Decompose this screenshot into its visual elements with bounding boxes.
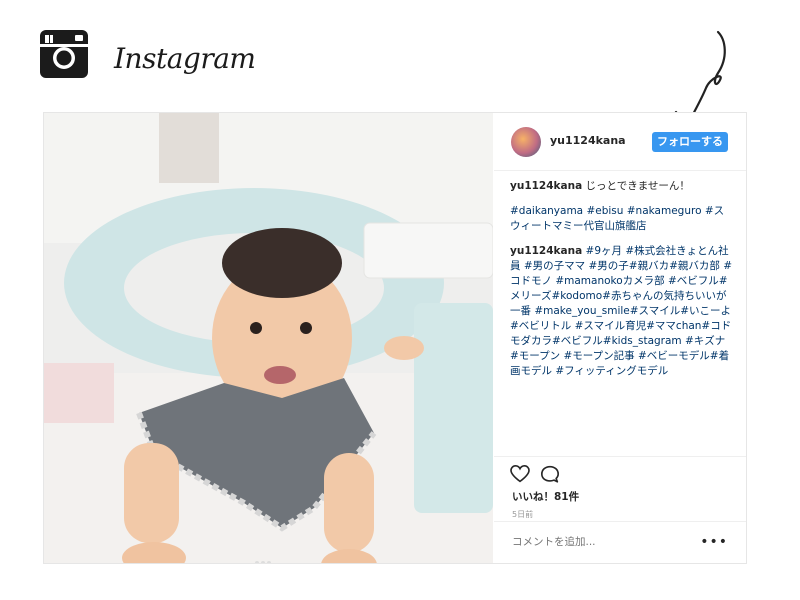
heart-icon[interactable]	[510, 465, 530, 483]
page-header: Instagram	[40, 28, 760, 130]
comment-item: yu1124kana #9ヶ月 #株式会社きょとん社員 #男の子ママ #男の子#…	[510, 244, 732, 379]
post-header: yu1124kana フォローする	[494, 113, 746, 171]
action-icons	[510, 465, 570, 485]
post-date: 5日前	[512, 510, 534, 519]
avatar[interactable]	[511, 127, 541, 157]
comment-icon[interactable]	[540, 465, 560, 483]
caption: yu1124kana じっとできませーん！	[510, 179, 732, 194]
instagram-post-card: yu1124kana フォローする yu1124kana じっとできませーん！ …	[43, 112, 747, 564]
like-count[interactable]: いいね！81件	[512, 489, 579, 504]
caption-text: じっとできませーん！	[582, 180, 690, 192]
caption-area: yu1124kana じっとできませーん！ #daikanyama #ebisu…	[510, 179, 732, 449]
more-options-icon[interactable]: •••	[700, 534, 728, 550]
instagram-wordmark: Instagram	[114, 42, 256, 75]
carousel-indicator	[254, 550, 272, 563]
baby-photo-image	[44, 113, 493, 563]
caption-username[interactable]: yu1124kana	[510, 180, 582, 192]
post-username[interactable]: yu1124kana	[550, 134, 626, 147]
post-photo[interactable]	[44, 113, 493, 563]
post-side-panel: yu1124kana フォローする yu1124kana じっとできませーん！ …	[494, 113, 746, 563]
comment-bar: •••	[494, 521, 746, 564]
follow-button[interactable]: フォローする	[652, 132, 728, 152]
comment-input[interactable]	[510, 535, 684, 549]
comment-username[interactable]: yu1124kana	[510, 245, 582, 257]
post-actions: いいね！81件 5日前	[494, 456, 746, 519]
instagram-camera-icon[interactable]	[40, 30, 88, 78]
caption-hashtags[interactable]: #daikanyama #ebisu #nakameguro #スウィートマミー…	[510, 204, 732, 234]
comment-hashtags[interactable]: #9ヶ月 #株式会社きょとん社員 #男の子ママ #男の子#親バカ#親バカ部 #コ…	[510, 245, 732, 377]
